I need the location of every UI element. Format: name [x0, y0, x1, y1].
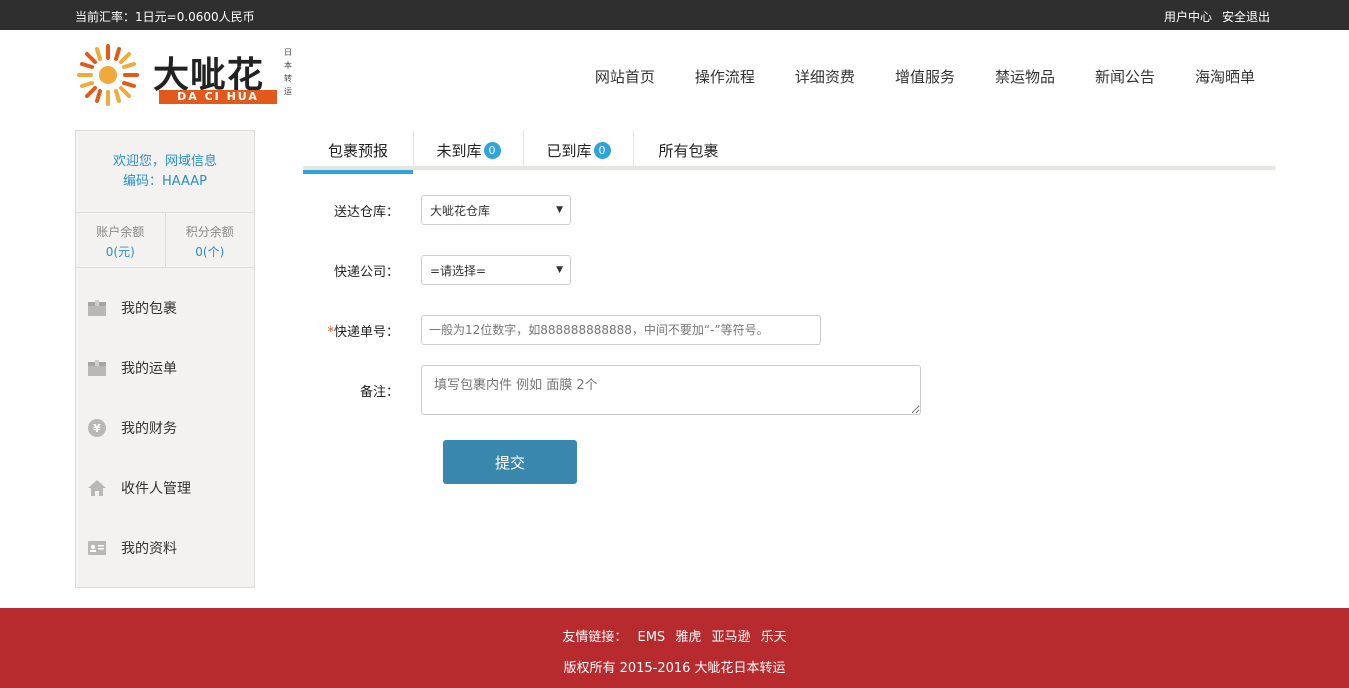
logout-link[interactable]: 安全退出 [1222, 8, 1270, 25]
account-balance-value[interactable]: 0(元) [76, 242, 165, 262]
footer-links: 友情链接： EMS 雅虎 亚马逊 乐天 [0, 608, 1349, 645]
svg-text:¥: ¥ [93, 422, 101, 435]
exchange-rate: 当前汇率：1日元=0.0600人民币 [75, 10, 255, 24]
footer-links-label: 友情链接： [562, 630, 628, 645]
sidebar-item-recipients[interactable]: 收件人管理 [76, 458, 254, 518]
nav-pricing[interactable]: 详细资费 [795, 66, 855, 87]
sidebar-item-profile[interactable]: 我的资料 [76, 518, 254, 578]
tab-arrived[interactable]: 已到库 0 [523, 130, 633, 170]
footer: 友情链接： EMS 雅虎 亚马逊 乐天 版权所有 2015-2016 大呲花日本… [0, 608, 1349, 688]
nav-news[interactable]: 新闻公告 [1095, 66, 1155, 87]
footer-link-amazon[interactable]: 亚马逊 [711, 630, 750, 645]
sidebar-item-label: 我的运单 [121, 361, 177, 377]
points-balance-label: 积分余额 [185, 225, 234, 239]
note-textarea[interactable] [421, 365, 921, 415]
footer-link-yahoo[interactable]: 雅虎 [675, 630, 701, 645]
nav-showcase[interactable]: 海淘晒单 [1195, 66, 1255, 87]
tracking-number-input[interactable] [421, 315, 821, 345]
warehouse-label: 送达仓库： [333, 204, 399, 220]
package-icon [87, 298, 107, 318]
courier-row: 快递公司： =请选择= ▼ [303, 255, 571, 285]
yen-icon: ¥ [87, 418, 107, 438]
tracking-label: 快递单号： [333, 324, 399, 340]
nav-process[interactable]: 操作流程 [695, 66, 755, 87]
tab-label: 包裹预报 [327, 141, 388, 160]
site-logo[interactable]: 大呲花 DA CI HUA 日本转运 [75, 42, 300, 108]
courier-label: 快递公司： [333, 264, 399, 280]
sidebar-item-packages[interactable]: 我的包裹 [76, 278, 254, 338]
account-balance: 账户余额 0(元) [76, 213, 165, 267]
main-nav: 网站首页 操作流程 详细资费 增值服务 禁运物品 新闻公告 海淘晒单 [595, 66, 1255, 87]
sidebar-item-label: 我的资料 [121, 541, 177, 557]
tab-not-arrived[interactable]: 未到库 0 [413, 130, 523, 170]
sidebar-item-label: 我的财务 [121, 421, 177, 437]
tab-forecast[interactable]: 包裹预报 [303, 130, 413, 174]
caret-down-icon: ▼ [556, 205, 563, 215]
count-badge: 0 [483, 141, 501, 159]
sidebar-item-finance[interactable]: ¥ 我的财务 [76, 398, 254, 458]
id-card-icon [87, 538, 107, 558]
welcome-box: 欢迎您，网域信息 编码：HAAAP [76, 131, 254, 213]
brand-vertical-text: 日本转运 [284, 48, 292, 96]
caret-down-icon: ▼ [556, 265, 563, 275]
account-balance-label: 账户余额 [96, 225, 145, 239]
user-center-link[interactable]: 用户中心 [1164, 8, 1212, 25]
courier-selected-value: =请选择= [430, 263, 487, 278]
top-links: 用户中心 安全退出 [1164, 8, 1270, 25]
count-badge: 0 [593, 141, 611, 159]
package-tabs: 包裹预报 未到库 0 已到库 0 所有包裹 [303, 130, 1275, 174]
nav-services[interactable]: 增值服务 [895, 66, 955, 87]
points-balance-value[interactable]: 0(个) [166, 242, 255, 262]
warehouse-selected-value: 大呲花仓库 [430, 203, 491, 218]
tab-all-packages[interactable]: 所有包裹 [633, 130, 743, 170]
balance-box: 账户余额 0(元) 积分余额 0(个) [76, 213, 254, 268]
waybill-icon [87, 358, 107, 378]
warehouse-row: 送达仓库： 大呲花仓库 ▼ [303, 195, 571, 225]
tracking-label-wrap: *快递单号： [303, 321, 421, 340]
tab-label: 所有包裹 [658, 141, 719, 160]
sidebar: 欢迎您，网域信息 编码：HAAAP 账户余额 0(元) 积分余额 0(个) 我的… [75, 130, 255, 588]
courier-select[interactable]: =请选择= ▼ [421, 255, 571, 285]
tracking-row: *快递单号： [303, 315, 821, 345]
points-balance: 积分余额 0(个) [164, 213, 255, 267]
warehouse-select[interactable]: 大呲花仓库 ▼ [421, 195, 571, 225]
user-code: 编码：HAAAP [122, 174, 208, 189]
note-row: 备注： [303, 365, 921, 415]
tab-label: 已到库 [546, 141, 592, 160]
nav-prohibited[interactable]: 禁运物品 [995, 66, 1055, 87]
sidebar-item-label: 我的包裹 [121, 301, 177, 317]
top-bar: 当前汇率：1日元=0.0600人民币 用户中心 安全退出 [0, 0, 1349, 30]
submit-button[interactable]: 提交 [443, 440, 577, 484]
nav-home[interactable]: 网站首页 [595, 66, 655, 87]
sidebar-item-label: 收件人管理 [121, 481, 191, 497]
tab-label: 未到库 [436, 141, 482, 160]
sidebar-menu: 我的包裹 我的运单 ¥ 我的财务 收件人管理 我的资料 [76, 268, 254, 578]
sidebar-item-waybills[interactable]: 我的运单 [76, 338, 254, 398]
welcome-text: 欢迎您，网域信息 [112, 154, 217, 169]
footer-copyright: 版权所有 2015-2016 大呲花日本转运 [563, 661, 786, 676]
footer-link-ems[interactable]: EMS [638, 630, 666, 645]
footer-link-rakuten[interactable]: 乐天 [761, 630, 787, 645]
brand-tagline: DA CI HUA [159, 90, 277, 104]
home-icon [87, 478, 107, 498]
note-label: 备注： [359, 384, 399, 400]
sun-logo-icon [77, 44, 139, 106]
